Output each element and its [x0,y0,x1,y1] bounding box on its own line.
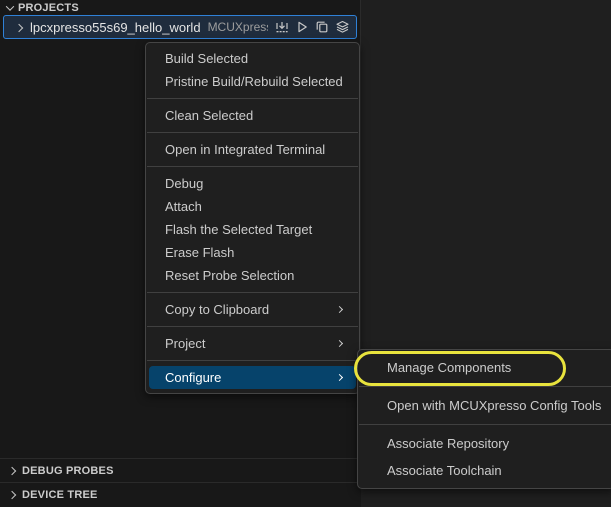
menu-item-label: Flash the Selected Target [165,221,313,237]
layers-icon[interactable] [335,20,350,34]
menu-item-label: Project [165,335,206,351]
menu-item-label: Configure [165,369,222,385]
menu-separator [147,166,358,167]
chevron-right-icon [7,490,17,500]
projects-section-header[interactable]: PROJECTS [0,0,360,15]
menu-item-label: Associate Repository [387,435,510,451]
menu-item-label: Open with MCUXpresso Config Tools [387,397,601,413]
menu-item-label: Attach [165,198,202,214]
menu-separator [147,98,358,99]
chevron-right-icon [7,466,17,475]
menu-item-project[interactable]: Project [149,332,356,355]
menu-item-label: Open in Integrated Terminal [165,141,326,157]
project-context-menu: Build Selected Pristine Build/Rebuild Se… [145,42,360,394]
menu-item-configure[interactable]: Configure [149,366,356,389]
menu-item-label: Debug [165,175,204,191]
menu-item-associate-repository[interactable]: Associate Repository [361,430,611,457]
project-name: lpcxpresso55s69_hello_world [30,19,201,35]
chevron-down-icon [5,1,15,11]
menu-item-erase-flash[interactable]: Erase Flash [149,241,356,264]
menu-item-attach[interactable]: Attach [149,195,356,218]
copy-icon[interactable] [315,20,329,34]
menu-item-label: Reset Probe Selection [165,267,295,283]
menu-separator [359,424,611,425]
menu-item-label: Clean Selected [165,107,254,123]
project-inline-actions [275,20,350,34]
submenu-arrow-icon [335,305,344,314]
menu-item-reset-probe-selection[interactable]: Reset Probe Selection [149,264,356,287]
submenu-arrow-icon [335,373,344,382]
menu-item-label: Copy to Clipboard [165,301,270,317]
menu-separator [359,386,611,387]
menu-item-build-selected[interactable]: Build Selected [149,47,356,70]
configure-submenu: Manage Components Open with MCUXpresso C… [357,349,611,489]
chevron-right-icon [14,23,24,33]
menu-item-flash-selected-target[interactable]: Flash the Selected Target [149,218,356,241]
project-tree-item[interactable]: lpcxpresso55s69_hello_world MCUXpress... [3,15,357,39]
menu-item-label: Erase Flash [165,244,235,260]
menu-item-label: Manage Components [387,359,512,375]
menu-item-label: Build Selected [165,50,249,66]
menu-item-debug[interactable]: Debug [149,172,356,195]
menu-item-copy-to-clipboard[interactable]: Copy to Clipboard [149,298,356,321]
device-tree-label: DEVICE TREE [22,489,98,501]
device-tree-section-header[interactable]: DEVICE TREE [0,482,361,507]
debug-probes-label: DEBUG PROBES [22,464,114,477]
menu-separator [147,292,358,293]
projects-section-label: PROJECTS [18,1,79,14]
menu-item-open-mcuxpresso-config-tools[interactable]: Open with MCUXpresso Config Tools [361,392,611,419]
submenu-arrow-icon [335,339,344,348]
menu-item-pristine-build[interactable]: Pristine Build/Rebuild Selected [149,70,356,93]
menu-separator [147,360,358,361]
install-build-icon[interactable] [275,20,289,34]
menu-item-associate-toolchain[interactable]: Associate Toolchain [361,457,611,484]
menu-item-label: Associate Toolchain [387,462,502,478]
menu-item-label: Pristine Build/Rebuild Selected [165,73,343,89]
menu-item-open-integrated-terminal[interactable]: Open in Integrated Terminal [149,138,356,161]
debug-play-icon[interactable] [295,20,309,34]
project-description: MCUXpress... [207,20,268,34]
menu-separator [147,132,358,133]
menu-separator [147,326,358,327]
menu-item-manage-components[interactable]: Manage Components [361,354,611,381]
menu-item-clean-selected[interactable]: Clean Selected [149,104,356,127]
debug-probes-section-header[interactable]: DEBUG PROBES [0,458,361,482]
